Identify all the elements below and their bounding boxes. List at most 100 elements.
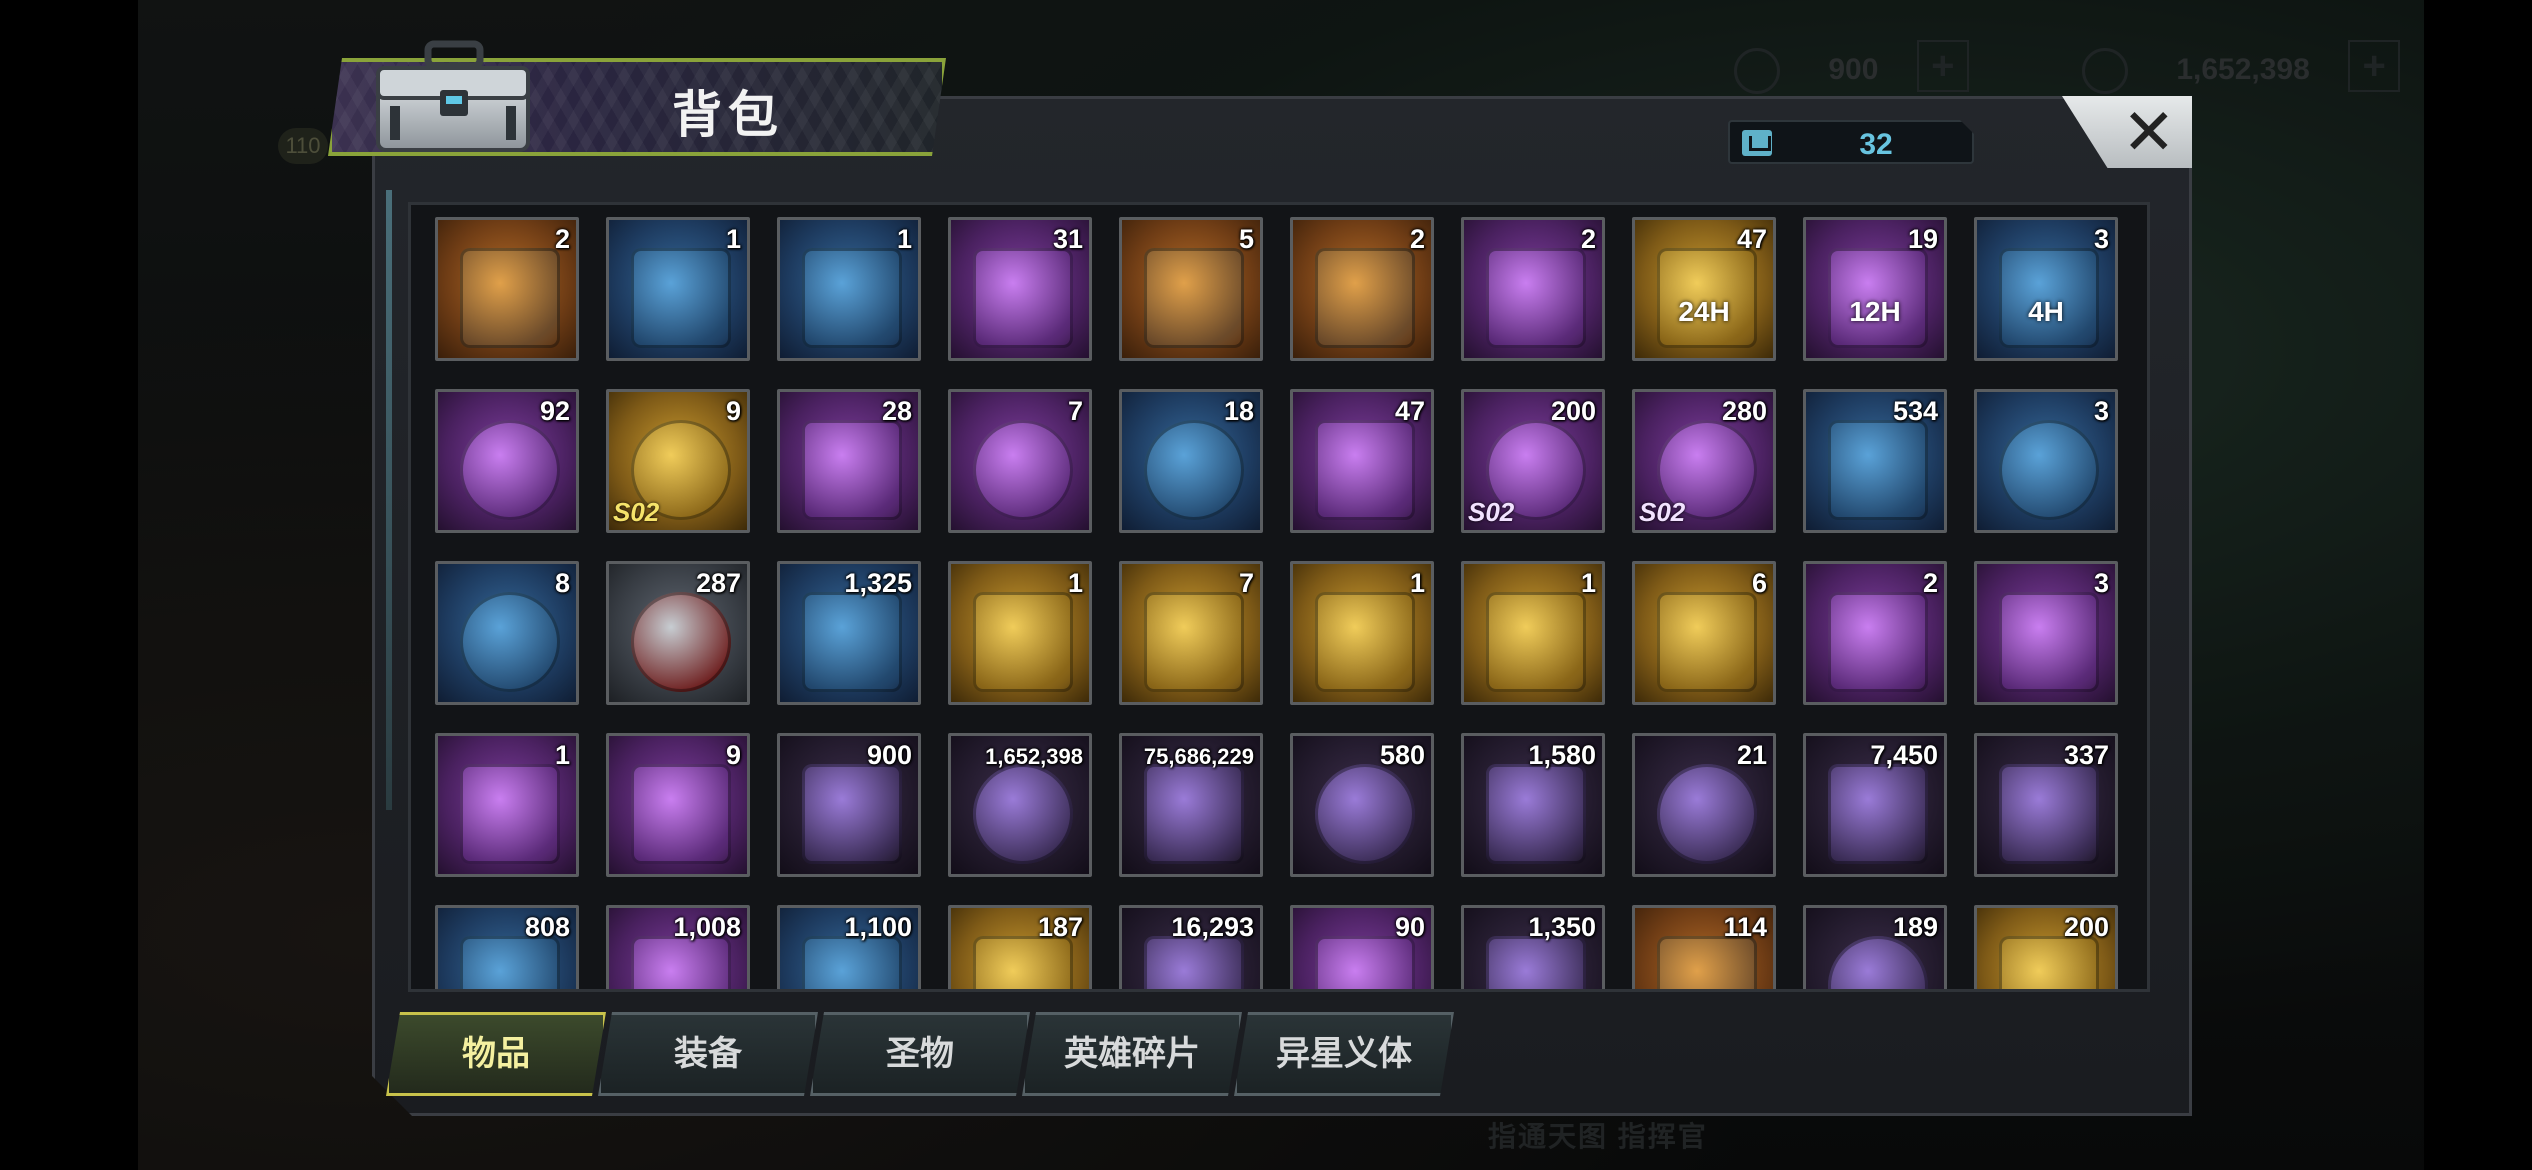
item-count: 28 — [881, 396, 912, 426]
item-count: 1 — [554, 740, 570, 770]
item-slot[interactable]: 1,325 — [777, 561, 921, 705]
item-count: 1 — [1409, 568, 1425, 598]
item-slot[interactable]: 2 — [1803, 561, 1947, 705]
item-slot[interactable]: 75,686,229 — [1119, 733, 1263, 877]
item-slot[interactable]: 1,580 — [1461, 733, 1605, 877]
item-slot[interactable]: 1 — [435, 733, 579, 877]
close-icon: ✕ — [2122, 96, 2176, 170]
purple-crystal-icon — [802, 764, 902, 864]
item-slot[interactable]: 21 — [1632, 733, 1776, 877]
item-slot[interactable]: 1,350 — [1461, 905, 1605, 989]
purple-cap-icon — [973, 420, 1073, 520]
mystery-chest-icon — [1315, 248, 1415, 348]
item-slot[interactable]: 337 — [1974, 733, 2118, 877]
item-slot[interactable]: 47 — [1290, 389, 1434, 533]
item-slot[interactable]: S02 9 — [606, 389, 750, 533]
item-count: 1 — [725, 224, 741, 254]
tab-hero-shards[interactable]: 英雄碎片 — [1022, 1012, 1242, 1096]
item-count: 200 — [1550, 396, 1596, 426]
item-slot[interactable]: 24H 47 — [1632, 217, 1776, 361]
item-count: 2 — [1922, 568, 1938, 598]
item-grid-scroll[interactable]: 2 1 1 31 5 2 2 24H 47 12H 19 4H 3 92 S02 9 28 7 18 47 S02 200… — [408, 202, 2150, 992]
blue-book-icon — [802, 936, 902, 989]
item-slot[interactable]: 1 — [606, 217, 750, 361]
item-slot[interactable]: 8 — [435, 561, 579, 705]
item-slot[interactable]: 4H 3 — [1974, 217, 2118, 361]
item-count: 2 — [1409, 224, 1425, 254]
item-count: 1,652,398 — [985, 744, 1083, 769]
coin-stack-icon — [973, 764, 1073, 864]
item-slot[interactable]: 189 — [1803, 905, 1947, 989]
shirt-blueprint-purple-icon — [631, 764, 731, 864]
item-slot[interactable]: 287 — [606, 561, 750, 705]
item-count: 47 — [1394, 396, 1425, 426]
item-slot[interactable]: 1 — [1290, 561, 1434, 705]
pistol-blueprint-icon — [1657, 592, 1757, 692]
item-slot[interactable]: 90 — [1290, 905, 1434, 989]
red-swirl-icon — [1144, 936, 1244, 989]
panel-accent-bar — [386, 190, 392, 810]
item-slot[interactable]: 7,450 — [1803, 733, 1947, 877]
item-slot[interactable]: 7 — [948, 389, 1092, 533]
item-count: 189 — [1892, 912, 1938, 942]
item-slot[interactable]: 1,008 — [606, 905, 750, 989]
item-count: 187 — [1037, 912, 1083, 942]
item-slot[interactable]: 3 — [1974, 561, 2118, 705]
backpack-chest-icon — [376, 40, 530, 152]
item-slot[interactable]: 808 — [435, 905, 579, 989]
item-slot[interactable]: 1,100 — [777, 905, 921, 989]
item-slot[interactable]: 12H 19 — [1803, 217, 1947, 361]
item-slot[interactable]: 31 — [948, 217, 1092, 361]
tab-items[interactable]: 物品 — [386, 1012, 606, 1096]
item-slot[interactable]: 2 — [435, 217, 579, 361]
item-count: 1 — [1067, 568, 1083, 598]
item-slot[interactable]: 114 — [1632, 905, 1776, 989]
item-slot[interactable]: 2 — [1461, 217, 1605, 361]
gold-book-icon — [973, 936, 1073, 989]
item-slot[interactable]: 900 — [777, 733, 921, 877]
item-slot[interactable]: 6 — [1632, 561, 1776, 705]
item-count: 287 — [695, 568, 741, 598]
item-duration-tag: 4H — [2028, 296, 2064, 327]
item-count: 9 — [725, 396, 741, 426]
item-slot[interactable]: 7 — [1119, 561, 1263, 705]
tab-equipment[interactable]: 装备 — [598, 1012, 818, 1096]
item-count: 3 — [2093, 396, 2109, 426]
item-slot[interactable]: 5 — [1119, 217, 1263, 361]
item-slot[interactable]: 1 — [948, 561, 1092, 705]
item-count: 92 — [539, 396, 570, 426]
item-slot[interactable]: 534 — [1803, 389, 1947, 533]
item-slot[interactable]: 1 — [1461, 561, 1605, 705]
item-slot[interactable]: 18 — [1119, 389, 1263, 533]
item-slot[interactable]: 1,652,398 — [948, 733, 1092, 877]
item-slot[interactable]: 2 — [1290, 217, 1434, 361]
item-count: 9 — [725, 740, 741, 770]
item-slot[interactable]: 9 — [606, 733, 750, 877]
item-count: 1,350 — [1528, 912, 1596, 942]
item-slot[interactable]: 16,293 — [1119, 905, 1263, 989]
item-slot[interactable]: 92 — [435, 389, 579, 533]
item-count: 31 — [1052, 224, 1083, 254]
lightning-icon — [1315, 936, 1415, 989]
red-node-icon — [1657, 764, 1757, 864]
item-slot[interactable]: 1 — [777, 217, 921, 361]
item-count: 1 — [1580, 568, 1596, 598]
item-count: 3 — [2093, 568, 2109, 598]
item-grid: 2 1 1 31 5 2 2 24H 47 12H 19 4H 3 92 S02 9 28 7 18 47 S02 200… — [435, 217, 2135, 989]
item-slot[interactable]: 200 — [1974, 905, 2118, 989]
tab-alien-implants[interactable]: 异星义体 — [1234, 1012, 1454, 1096]
gold-relic-icon — [1999, 936, 2099, 989]
item-slot[interactable]: 3 — [1974, 389, 2118, 533]
item-slot[interactable]: 28 — [777, 389, 921, 533]
item-slot[interactable]: 580 — [1290, 733, 1434, 877]
poker-chip-icon — [631, 592, 731, 692]
item-count: 19 — [1907, 224, 1938, 254]
orange-fist-icon — [1657, 936, 1757, 989]
tab-relics[interactable]: 圣物 — [810, 1012, 1030, 1096]
item-slot[interactable]: S02 200 — [1461, 389, 1605, 533]
bag-capacity: 32 — [1728, 120, 1974, 164]
item-slot[interactable]: S02 280 — [1632, 389, 1776, 533]
item-slot[interactable]: 187 — [948, 905, 1092, 989]
boots-blueprint-icon — [1315, 592, 1415, 692]
hat-blueprint-purple-icon — [460, 764, 560, 864]
